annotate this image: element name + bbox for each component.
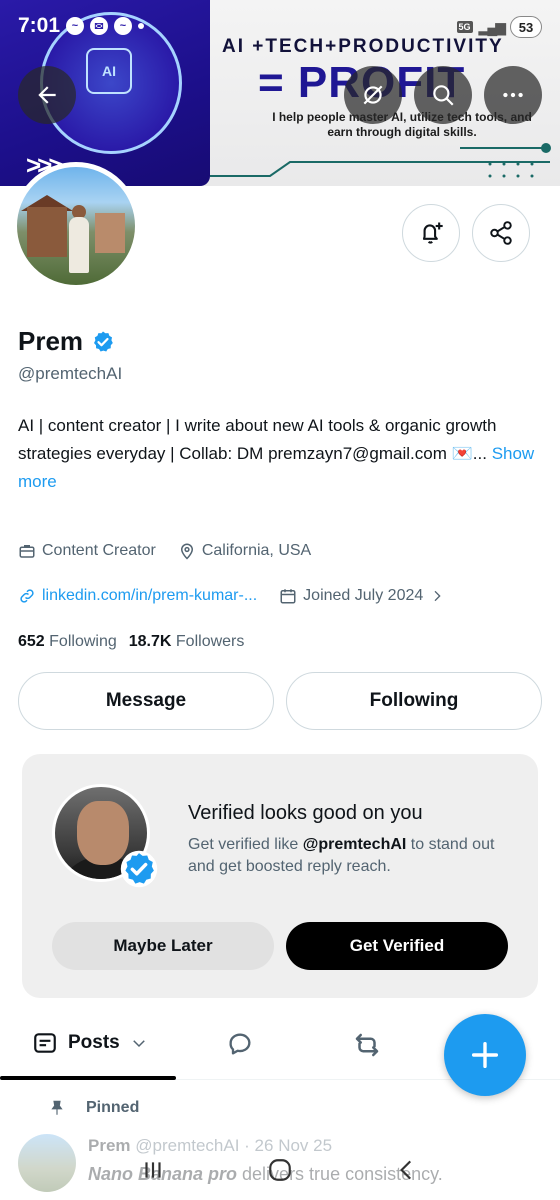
- repost-icon: [355, 1033, 379, 1057]
- tab-posts-label: Posts: [68, 1032, 120, 1053]
- avatar-person: [69, 217, 89, 273]
- messenger-icon-2: ~: [114, 17, 132, 35]
- reply-bubble-icon: [229, 1033, 251, 1055]
- grok-button[interactable]: [344, 66, 402, 124]
- network-type: 5G: [456, 21, 473, 33]
- search-icon: [433, 85, 454, 106]
- category-text: Content Creator: [42, 542, 156, 559]
- following-button[interactable]: Following: [286, 672, 542, 730]
- pin-icon: [51, 1100, 63, 1115]
- recent-apps-button[interactable]: [133, 1150, 173, 1190]
- avatar-house-2: [95, 213, 125, 253]
- active-tab-indicator: [0, 1076, 176, 1080]
- website-item[interactable]: linkedin.com/in/prem-kumar-...: [18, 587, 257, 605]
- profile-bio: AI | content creator | I write about new…: [18, 412, 538, 496]
- promo-text-before: Get verified like: [188, 836, 303, 853]
- follow-counts: 652 Following 18.7K Followers: [18, 633, 244, 651]
- share-icon: [490, 221, 512, 245]
- profile-name-text: Prem: [18, 326, 84, 356]
- message-button[interactable]: Message: [18, 672, 274, 730]
- share-button[interactable]: [472, 204, 530, 262]
- verified-badge-icon: [120, 850, 158, 888]
- profile-meta-row-1: Content Creator California, USA: [18, 542, 311, 560]
- system-back-button[interactable]: [387, 1150, 427, 1190]
- battery-indicator: 53: [510, 16, 542, 38]
- calendar-icon: [280, 589, 296, 604]
- joined-text: Joined July 2024: [303, 587, 424, 604]
- messenger-icon: ~: [66, 17, 84, 35]
- ai-chip-icon: AI: [86, 48, 132, 94]
- category-item: Content Creator: [18, 542, 156, 560]
- joined-item[interactable]: Joined July 2024: [279, 587, 445, 605]
- more-notifications-dot: [138, 23, 144, 29]
- avatar-house: [27, 207, 67, 257]
- chevron-down-icon: [132, 1040, 145, 1048]
- profile-name: Prem: [18, 326, 115, 357]
- website-link[interactable]: linkedin.com/in/prem-kumar-...: [42, 587, 257, 605]
- more-dots-icon: [503, 92, 523, 98]
- profile-meta-row-2: linkedin.com/in/prem-kumar-... Joined Ju…: [18, 587, 445, 605]
- link-icon: [20, 589, 34, 603]
- status-bar: 7:01 ~ ✉ ~ 5G ▂▄▆ 53: [0, 0, 560, 52]
- followers-count-link[interactable]: 18.7K Followers: [129, 633, 245, 651]
- system-nav-bar: [0, 1140, 560, 1200]
- tab-posts[interactable]: Posts: [32, 1030, 148, 1056]
- profile-handle: @premtechAI: [18, 364, 123, 383]
- location-item: California, USA: [178, 542, 311, 560]
- notification-icons: ~ ✉ ~: [66, 17, 144, 35]
- followers-count: 18.7K: [128, 633, 172, 650]
- plus-icon: [471, 1041, 499, 1069]
- followers-label: Followers: [175, 633, 245, 650]
- profile-page: AI >>> AI +TECH+PRODUCTIVITY = PROFIT I …: [0, 0, 560, 1200]
- tab-reposts[interactable]: [352, 1030, 382, 1060]
- back-button[interactable]: [18, 66, 76, 124]
- grok-icon: [363, 85, 383, 105]
- chevron-right-icon: [434, 590, 441, 602]
- maybe-later-button[interactable]: Maybe Later: [52, 922, 274, 970]
- home-icon: [269, 1159, 291, 1181]
- briefcase-icon: [19, 545, 35, 558]
- notifications-button[interactable]: [402, 204, 460, 262]
- home-button[interactable]: [260, 1150, 300, 1190]
- location-pin-icon: [180, 543, 193, 560]
- chevron-left-icon: [399, 1160, 411, 1180]
- following-count: 652: [18, 633, 45, 650]
- posts-icon: [34, 1033, 56, 1053]
- compose-fab-button[interactable]: [444, 1014, 526, 1096]
- circuit-line-graphic: [210, 143, 551, 178]
- verified-promo-card: Verified looks good on you Get verified …: [22, 754, 538, 998]
- recent-apps-icon: [145, 1162, 161, 1178]
- get-verified-button[interactable]: Get Verified: [286, 922, 508, 970]
- tab-replies[interactable]: [226, 1030, 254, 1058]
- verified-badge-icon[interactable]: [91, 330, 115, 354]
- location-text: California, USA: [201, 542, 312, 559]
- bio-text: AI | content creator | I write about new…: [18, 416, 497, 463]
- following-label: Following: [49, 633, 117, 650]
- promo-title: Verified looks good on you: [188, 802, 423, 824]
- promo-text: Get verified like @premtechAI to stand o…: [188, 834, 508, 878]
- pinned-label-row: Pinned: [48, 1098, 139, 1118]
- status-right-icons: 5G ▂▄▆ 53: [456, 16, 542, 38]
- ai-chip-label: AI: [102, 63, 116, 79]
- promo-text-handle: @premtechAI: [302, 836, 407, 853]
- mail-icon: ✉: [90, 17, 108, 35]
- more-options-button[interactable]: [484, 66, 542, 124]
- profile-avatar[interactable]: [12, 162, 140, 290]
- arrow-left-icon: [38, 86, 56, 104]
- status-time: 7:01: [18, 14, 61, 37]
- bell-plus-icon: [422, 222, 443, 244]
- following-count-link[interactable]: 652 Following: [18, 633, 117, 651]
- pinned-label: Pinned: [86, 1099, 140, 1116]
- search-button[interactable]: [414, 66, 472, 124]
- signal-icon: ▂▄▆: [478, 18, 506, 35]
